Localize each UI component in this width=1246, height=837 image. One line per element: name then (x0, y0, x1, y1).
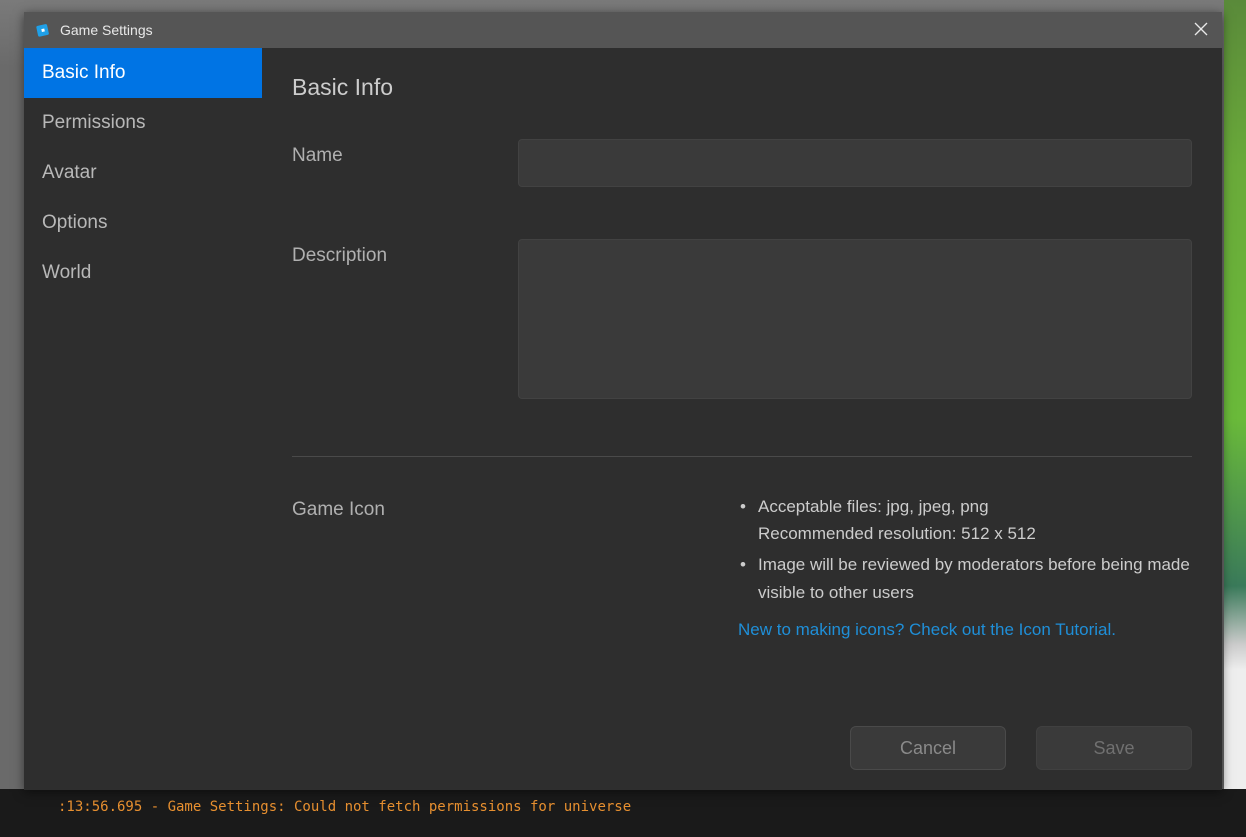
game-icon-info-list: Acceptable files: jpg, jpeg, png Recomme… (738, 493, 1192, 606)
game-icon-info-panel: Acceptable files: jpg, jpeg, png Recomme… (518, 493, 1192, 640)
backdrop-console-area: :13:56.695 - Game Settings: Could not fe… (0, 789, 1246, 837)
game-settings-dialog: Game Settings Basic Info Permissions Ava… (24, 12, 1222, 790)
description-label: Description (292, 239, 518, 404)
icon-tutorial-link[interactable]: New to making icons? Check out the Icon … (738, 620, 1116, 640)
dialog-footer: Cancel Save (24, 706, 1222, 790)
info-item-moderation: Image will be reviewed by moderators bef… (738, 551, 1192, 605)
name-label: Name (292, 139, 518, 187)
name-input[interactable] (518, 139, 1192, 187)
dialog-body: Basic Info Permissions Avatar Options Wo… (24, 48, 1222, 706)
dialog-title: Game Settings (60, 22, 153, 38)
content-panel: Basic Info Name Description Game Icon (262, 48, 1222, 706)
name-input-wrapper (518, 139, 1192, 187)
sidebar-item-label: Permissions (42, 112, 145, 133)
save-button[interactable]: Save (1036, 726, 1192, 770)
sidebar-item-basic-info[interactable]: Basic Info (24, 48, 262, 98)
name-field-row: Name (292, 139, 1192, 187)
game-icon-label: Game Icon (292, 493, 518, 640)
game-icon-row: Game Icon Acceptable files: jpg, jpeg, p… (292, 493, 1192, 640)
sidebar-item-permissions[interactable]: Permissions (24, 98, 262, 148)
sidebar-item-label: Avatar (42, 162, 97, 183)
sidebar-item-options[interactable]: Options (24, 198, 262, 248)
description-input[interactable] (518, 239, 1192, 399)
description-input-wrapper (518, 239, 1192, 404)
info-text: Recommended resolution: 512 x 512 (758, 524, 1036, 543)
page-title: Basic Info (292, 74, 1192, 101)
sidebar-item-label: World (42, 262, 91, 283)
close-icon[interactable] (1186, 17, 1216, 43)
info-item-acceptable-files: Acceptable files: jpg, jpeg, png Recomme… (738, 493, 1192, 547)
info-text: Acceptable files: jpg, jpeg, png (758, 497, 989, 516)
sidebar: Basic Info Permissions Avatar Options Wo… (24, 48, 262, 706)
sidebar-item-world[interactable]: World (24, 248, 262, 298)
titlebar: Game Settings (24, 12, 1222, 48)
cancel-button[interactable]: Cancel (850, 726, 1006, 770)
sidebar-item-label: Basic Info (42, 62, 125, 83)
sidebar-item-label: Options (42, 212, 107, 233)
description-field-row: Description (292, 239, 1192, 404)
sidebar-item-avatar[interactable]: Avatar (24, 148, 262, 198)
console-log-line: :13:56.695 - Game Settings: Could not fe… (58, 799, 631, 815)
roblox-studio-icon (34, 21, 52, 39)
backdrop-game-strip (1224, 0, 1246, 837)
section-divider (292, 456, 1192, 457)
